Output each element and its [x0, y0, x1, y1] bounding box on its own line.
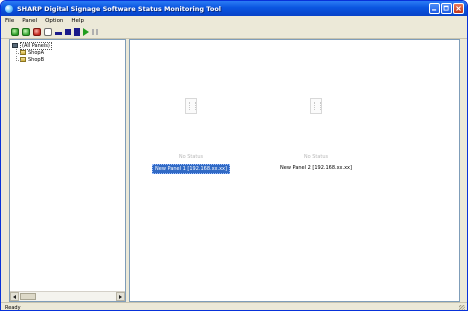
scroll-left-button[interactable]	[10, 292, 19, 301]
title-bar[interactable]: SHARP Digital Signage Software Status Mo…	[1, 1, 467, 16]
properties-icon[interactable]	[44, 27, 52, 36]
menu-file[interactable]: File	[1, 18, 18, 24]
tree-item-label: ShopB	[28, 56, 45, 63]
toolbar	[1, 25, 467, 39]
tree-root[interactable]: (All Panels)	[12, 41, 52, 50]
pause-icon[interactable]	[92, 28, 98, 35]
disconnect-red-icon[interactable]	[33, 27, 41, 36]
root-folder-icon	[12, 43, 18, 48]
play-icon[interactable]	[83, 27, 89, 36]
display-panel-icon	[185, 98, 197, 114]
connect-green-icon[interactable]	[22, 27, 30, 36]
panel-item[interactable]: No Status New Panel 2 [192.168.xx.xx]	[271, 98, 361, 172]
display-panel-icon	[310, 98, 322, 114]
panel-tree-pane: (All Panels) ShopA ShopB	[9, 39, 126, 302]
close-button[interactable]	[453, 3, 464, 14]
window-controls	[429, 3, 464, 14]
tree-item-label: ShopA	[28, 49, 44, 56]
menu-bar: File Panel Option Help	[1, 16, 467, 25]
tree-item-shopa[interactable]: ShopA	[12, 49, 52, 56]
panel-status: No Status	[303, 154, 329, 160]
panel-view: No Status New Panel 1 [192.168.xx.xx] No…	[129, 39, 460, 302]
status-bar: Ready	[1, 302, 467, 311]
tree-connector	[16, 49, 21, 54]
menu-option[interactable]: Option	[41, 18, 67, 24]
maximize-icon	[443, 5, 449, 11]
minimize-icon	[432, 9, 437, 11]
line-icon[interactable]	[55, 31, 62, 35]
tree-connector	[16, 56, 21, 61]
window-title: SHARP Digital Signage Software Status Mo…	[17, 4, 222, 13]
app-window: SHARP Digital Signage Software Status Mo…	[0, 0, 468, 311]
chevron-right-icon	[119, 295, 122, 299]
maximize-button[interactable]	[441, 3, 452, 14]
app-icon	[5, 4, 13, 13]
panel-tree: (All Panels) ShopA ShopB	[12, 41, 52, 63]
tree-item-shopb[interactable]: ShopB	[12, 56, 52, 63]
window-frame-right	[460, 39, 467, 302]
square-icon[interactable]	[65, 28, 71, 35]
panel-name: New Panel 2 [192.168.xx.xx]	[280, 165, 352, 171]
resize-grip-icon[interactable]	[459, 305, 465, 310]
scroll-thumb[interactable]	[20, 293, 36, 300]
chevron-left-icon	[13, 295, 16, 299]
status-text: Ready	[5, 304, 21, 311]
panel-name: New Panel 1 [192.168.xx.xx]	[152, 164, 230, 174]
panel-item[interactable]: No Status New Panel 1 [192.168.xx.xx]	[146, 98, 236, 174]
minimize-button[interactable]	[429, 3, 440, 14]
menu-panel[interactable]: Panel	[18, 18, 41, 24]
connect-green-icon[interactable]	[11, 27, 19, 36]
close-icon	[456, 6, 461, 11]
menu-help[interactable]: Help	[67, 18, 88, 24]
tall-square-icon[interactable]	[74, 27, 80, 36]
horizontal-scrollbar[interactable]	[10, 291, 125, 301]
scroll-right-button[interactable]	[116, 292, 125, 301]
panel-status: No Status	[178, 154, 204, 160]
